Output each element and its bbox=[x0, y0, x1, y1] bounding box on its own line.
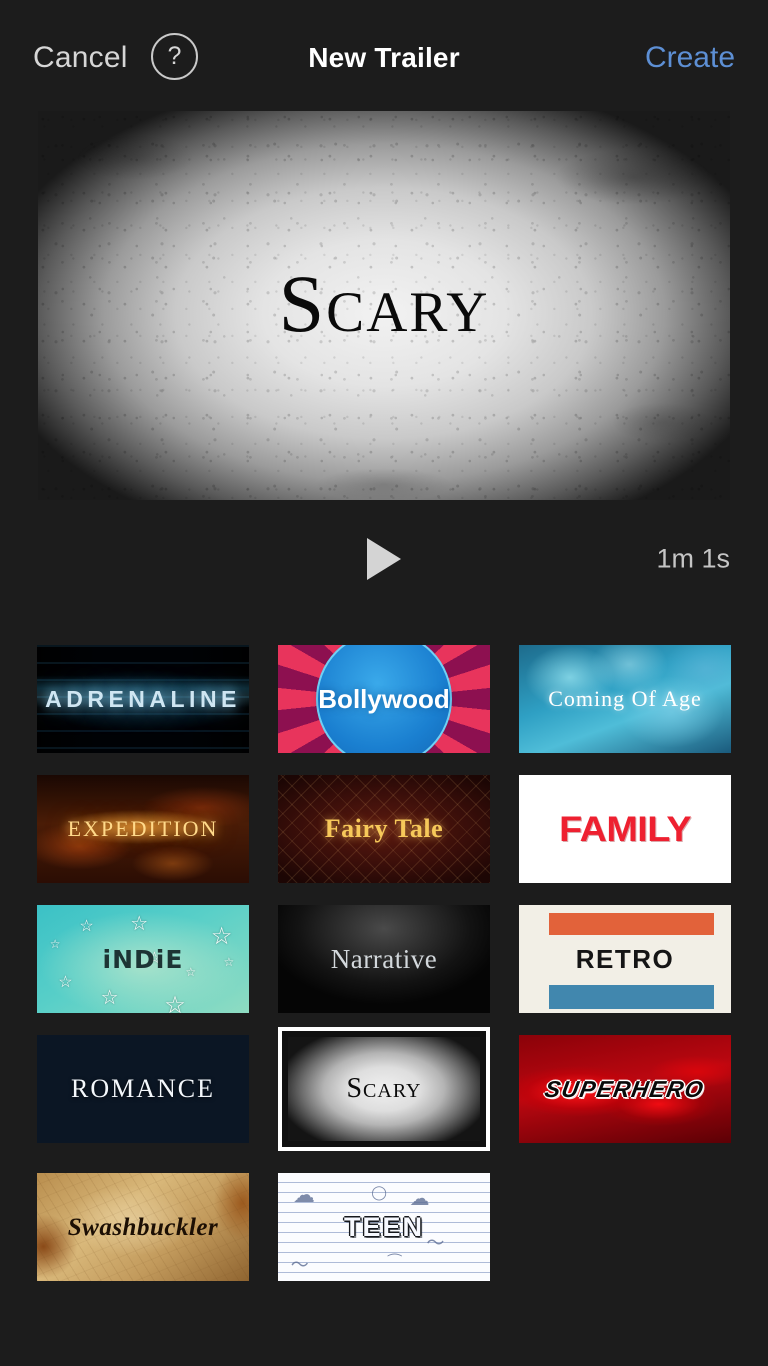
template-thumbnail-indie: ☆ ☆ ☆ ☆ ☆ ☆ ☆ ☆ ☆ ☆ iNDiE bbox=[37, 905, 249, 1013]
indie-star-icon: ☆ bbox=[223, 954, 235, 969]
template-thumbnail-swashbuckler: Swashbuckler bbox=[37, 1173, 249, 1281]
indie-star-icon: ☆ bbox=[210, 923, 233, 951]
teen-doodle-icon: ☁ bbox=[409, 1187, 430, 1210]
template-label: FAMILY bbox=[559, 809, 691, 849]
preview-title-text: Scary bbox=[278, 257, 490, 349]
template-cell-narrative[interactable]: Narrative bbox=[278, 905, 490, 1013]
template-label: ROMANCE bbox=[70, 1074, 215, 1103]
template-label: SUPERHERO bbox=[543, 1075, 707, 1102]
indie-star-icon: ☆ bbox=[130, 913, 149, 936]
teen-doodle-icon: 〜 bbox=[290, 1254, 309, 1275]
create-button[interactable]: Create bbox=[645, 43, 735, 73]
template-cell-swashbuckler[interactable]: Swashbuckler bbox=[37, 1173, 249, 1281]
template-label: RETRO bbox=[575, 944, 675, 974]
teen-doodle-icon: ◯ bbox=[371, 1183, 387, 1200]
template-cell-romance[interactable]: ROMANCE bbox=[37, 1035, 249, 1143]
teen-doodle-icon: 〜 bbox=[426, 1233, 445, 1254]
template-thumbnail-family: FAMILY bbox=[519, 775, 731, 883]
template-label: Narrative bbox=[330, 943, 438, 974]
template-thumbnail-bollywood: Bollywood bbox=[278, 645, 490, 753]
template-label: EXPEDITION bbox=[67, 816, 219, 841]
template-label: ADRENALINE bbox=[45, 685, 241, 712]
template-thumbnail-narrative: Narrative bbox=[278, 905, 490, 1013]
template-cell-retro[interactable]: RETRO bbox=[519, 905, 731, 1013]
template-thumbnail-teen: ☁ ◯ ☁ 〜〜 ⁀ TEEN bbox=[278, 1173, 490, 1281]
indie-star-icon: ☆ bbox=[58, 973, 73, 991]
template-thumbnail-scary: Scary bbox=[288, 1037, 480, 1141]
template-cell-adrenaline[interactable]: ADRENALINE bbox=[37, 645, 249, 753]
template-cell-family[interactable]: FAMILY bbox=[519, 775, 731, 883]
template-thumbnail-fairy-tale: Fairy Tale bbox=[278, 775, 490, 883]
play-icon[interactable] bbox=[367, 538, 401, 580]
template-label: Bollywood bbox=[318, 684, 450, 714]
template-thumbnail-romance: ROMANCE bbox=[37, 1035, 249, 1143]
playback-controls: 1m 1s bbox=[0, 500, 768, 618]
indie-star-icon: ☆ bbox=[185, 965, 197, 980]
template-grid: ADRENALINE Bollywood Coming Of Age EXPEDITI… bbox=[37, 645, 731, 1281]
template-cell-teen[interactable]: ☁ ◯ ☁ 〜〜 ⁀ TEEN bbox=[278, 1173, 490, 1281]
template-cell-expedition[interactable]: EXPEDITION bbox=[37, 775, 249, 883]
template-thumbnail-retro: RETRO bbox=[519, 905, 731, 1013]
template-cell-superhero[interactable]: SUPERHERO bbox=[519, 1035, 731, 1143]
duration-label: 1m 1s bbox=[656, 543, 730, 574]
template-cell-coming-of-age[interactable]: Coming Of Age bbox=[519, 645, 731, 753]
indie-star-icon: ☆ bbox=[49, 937, 61, 952]
template-cell-bollywood[interactable]: Bollywood bbox=[278, 645, 490, 753]
indie-star-icon: ☆ bbox=[164, 992, 186, 1013]
retro-orange-bar bbox=[548, 912, 715, 936]
navigation-bar: Cancel ? New Trailer Create bbox=[0, 0, 768, 110]
retro-blue-bar bbox=[548, 984, 715, 1009]
template-cell-indie[interactable]: ☆ ☆ ☆ ☆ ☆ ☆ ☆ ☆ ☆ ☆ iNDiE bbox=[37, 905, 249, 1013]
template-thumbnail-coming-of-age: Coming Of Age bbox=[519, 645, 731, 753]
template-label: Fairy Tale bbox=[324, 814, 444, 843]
template-label: Coming Of Age bbox=[548, 686, 702, 711]
template-cell-scary[interactable]: Scary bbox=[278, 1027, 490, 1151]
template-label: Swashbuckler bbox=[67, 1213, 219, 1241]
template-label: iNDiE bbox=[102, 944, 184, 974]
template-thumbnail-superhero: SUPERHERO bbox=[519, 1035, 731, 1143]
teen-doodle-icon: ⁀ bbox=[388, 1254, 402, 1272]
indie-star-icon: ☆ bbox=[79, 917, 94, 935]
teen-doodle-icon: ☁ bbox=[292, 1181, 315, 1207]
indie-star-icon: ☆ bbox=[100, 986, 119, 1009]
template-thumbnail-expedition: EXPEDITION bbox=[37, 775, 249, 883]
template-thumbnail-adrenaline: ADRENALINE bbox=[37, 645, 249, 753]
trailer-preview[interactable]: Scary bbox=[38, 111, 730, 500]
template-cell-fairy-tale[interactable]: Fairy Tale bbox=[278, 775, 490, 883]
template-label: TEEN bbox=[343, 1211, 424, 1242]
template-label: Scary bbox=[346, 1073, 422, 1104]
